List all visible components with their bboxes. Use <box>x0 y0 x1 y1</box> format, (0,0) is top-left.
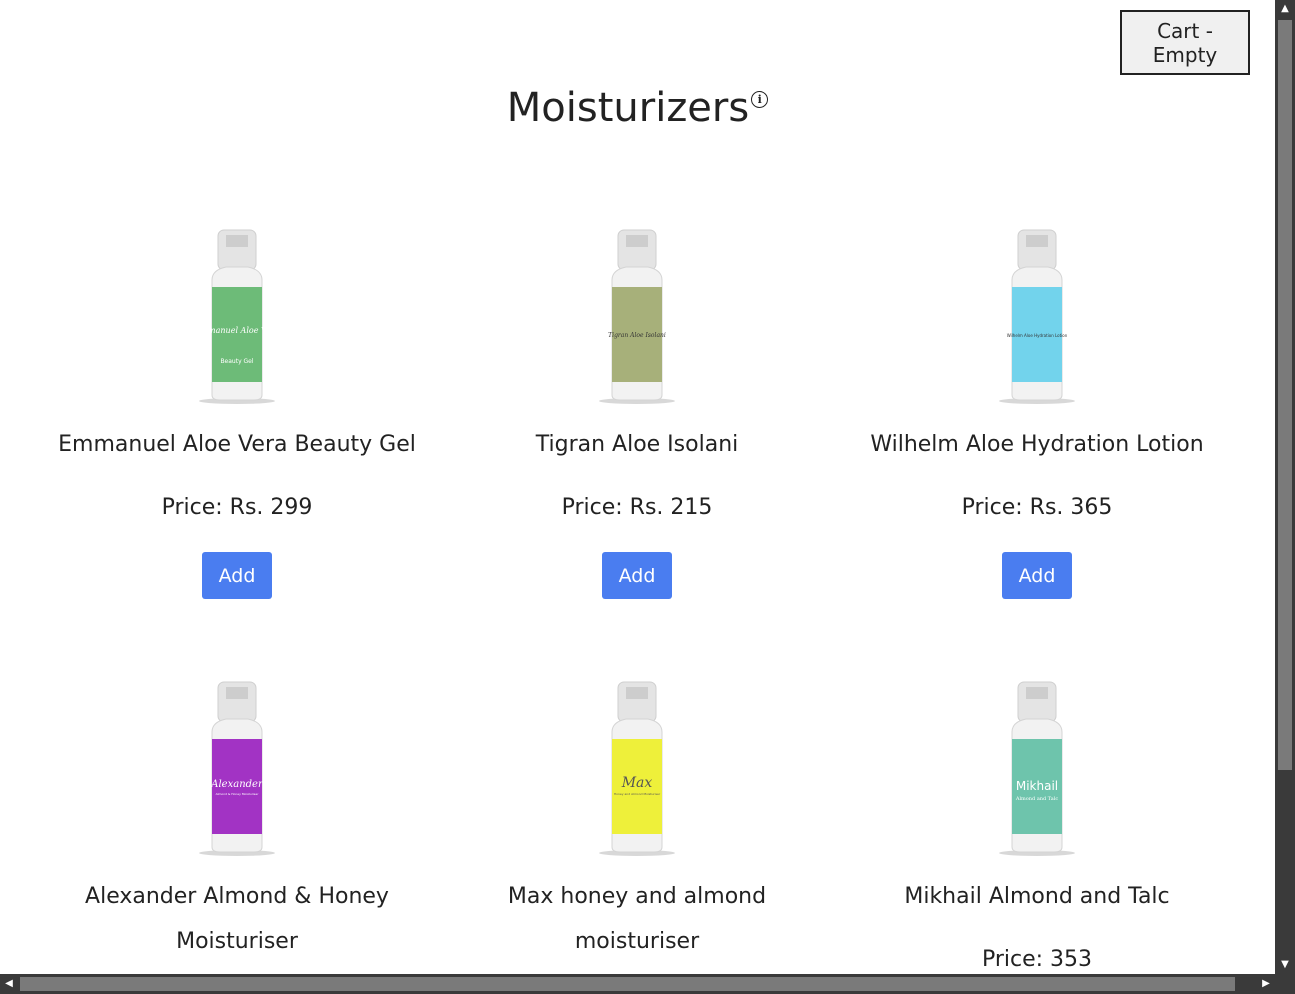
svg-text:Wilhelm Aloe Hydration Lotion: Wilhelm Aloe Hydration Lotion <box>1007 333 1068 338</box>
product-image: Emmanuel Aloe Vera Beauty Gel <box>37 225 437 405</box>
bottle-icon: Mikhail Almond and Talc <box>999 681 1075 856</box>
svg-text:Alexander: Alexander <box>210 779 264 790</box>
add-button[interactable]: Add <box>1002 552 1072 599</box>
svg-text:Almond and Talc: Almond and Talc <box>1015 796 1058 802</box>
product-name: Mikhail Almond and Talc <box>904 884 1170 909</box>
product-price: Price: Rs. 299 <box>161 495 313 520</box>
scroll-left-icon[interactable]: ◀ <box>0 974 18 994</box>
bottle-icon: Max Honey and Almond Moisturiser <box>599 681 675 856</box>
scroll-right-icon[interactable]: ▶ <box>1257 974 1275 994</box>
svg-text:Honey and Almond Moisturiser: Honey and Almond Moisturiser <box>614 792 661 796</box>
product-name: Wilhelm Aloe Hydration Lotion <box>870 432 1204 457</box>
product-price: Price: 353 <box>981 947 1093 972</box>
product-price: Price: Rs. 215 <box>561 495 713 520</box>
info-icon[interactable]: i <box>751 91 769 108</box>
svg-text:Emmanuel Aloe Vera: Emmanuel Aloe Vera <box>194 326 280 335</box>
svg-text:Beauty Gel: Beauty Gel <box>220 358 253 365</box>
vertical-scrollbar[interactable]: ▲ ▼ <box>1275 0 1295 974</box>
scroll-down-icon[interactable]: ▼ <box>1275 956 1295 974</box>
product-name-line2: moisturiser <box>574 929 700 954</box>
page: Cart - Empty Moisturizers i Emmanuel Aloe… <box>0 0 1275 974</box>
cart-button[interactable]: Cart - Empty <box>1120 10 1250 75</box>
bottle-icon: Emmanuel Aloe Vera Beauty Gel <box>194 229 280 404</box>
svg-text:Almond & Honey Moisturiser: Almond & Honey Moisturiser <box>216 792 260 796</box>
svg-text:Tigran Aloe Isolani: Tigran Aloe Isolani <box>608 332 666 339</box>
svg-text:Mikhail: Mikhail <box>1016 779 1058 793</box>
scrollbar-corner <box>1275 974 1295 994</box>
product-name: Emmanuel Aloe Vera Beauty Gel <box>58 432 416 457</box>
product-name: Alexander Almond & Honey <box>85 884 389 909</box>
bottle-icon: Alexander Almond & Honey Moisturiser <box>199 681 275 856</box>
product-price: Price: Rs. 365 <box>961 495 1113 520</box>
product-image: Wilhelm Aloe Hydration Lotion <box>837 225 1237 405</box>
vertical-scroll-thumb[interactable] <box>1278 20 1292 770</box>
add-button[interactable]: Add <box>202 552 272 599</box>
product-image: Tigran Aloe Isolani <box>437 225 837 405</box>
horizontal-scroll-thumb[interactable] <box>20 977 1235 991</box>
bottle-icon: Wilhelm Aloe Hydration Lotion <box>999 229 1075 404</box>
add-button[interactable]: Add <box>602 552 672 599</box>
page-title-wrap: Moisturizers i <box>0 85 1275 131</box>
scroll-up-icon[interactable]: ▲ <box>1275 0 1295 18</box>
product-image: Mikhail Almond and Talc <box>837 677 1237 857</box>
product-name: Tigran Aloe Isolani <box>535 432 739 457</box>
bottle-icon: Tigran Aloe Isolani <box>599 229 675 404</box>
product-name: Max honey and almond <box>507 884 767 909</box>
product-image: Alexander Almond & Honey Moisturiser <box>37 677 437 857</box>
horizontal-scrollbar[interactable]: ◀ ▶ <box>0 974 1275 994</box>
product-name-line2: Moisturiser <box>176 929 298 954</box>
svg-text:Max: Max <box>621 775 653 791</box>
product-image: Max Honey and Almond Moisturiser <box>437 677 837 857</box>
page-title: Moisturizers <box>506 85 750 131</box>
